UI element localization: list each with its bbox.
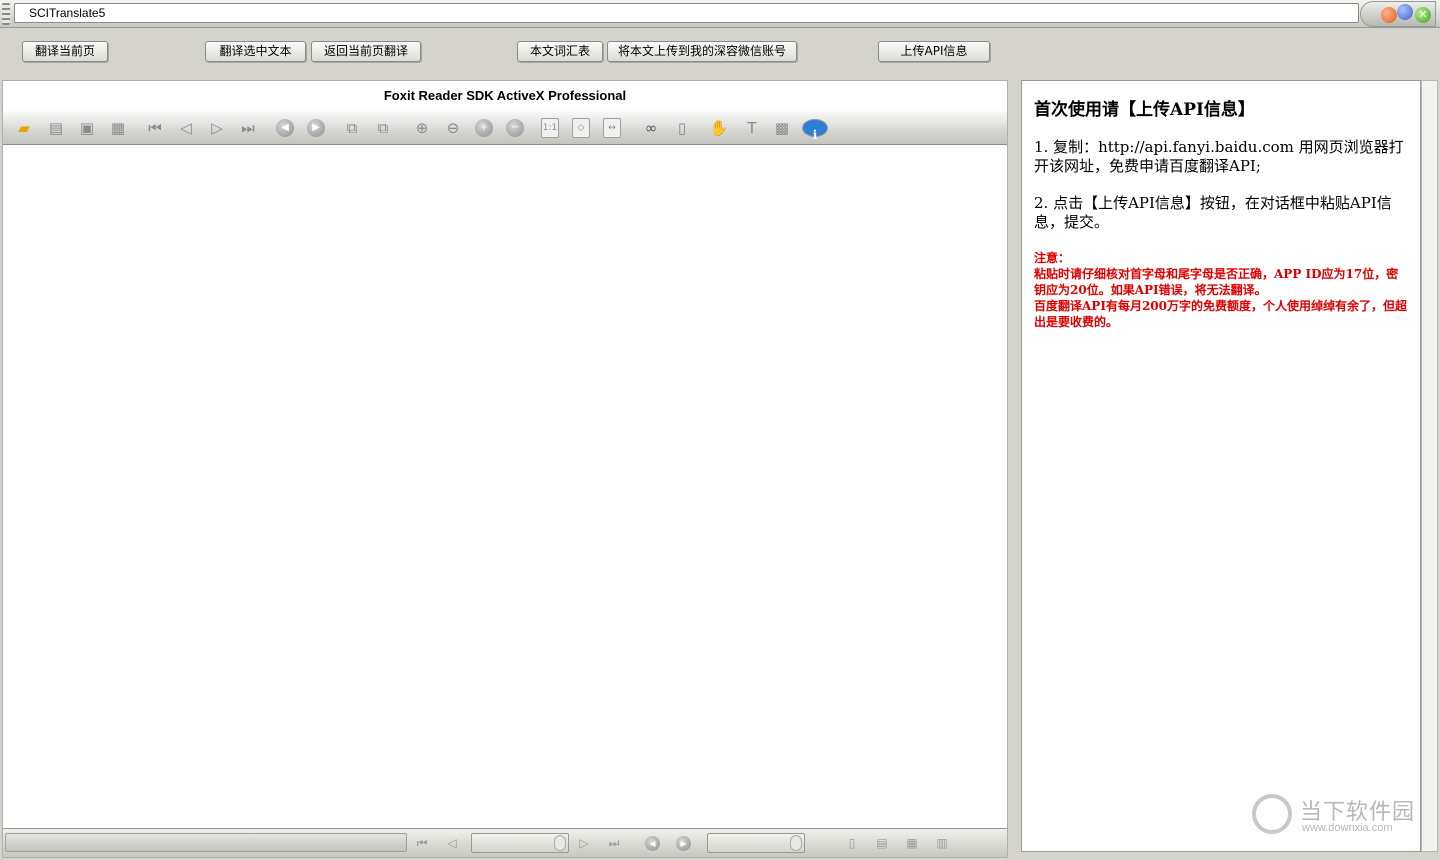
- actual-size-icon[interactable]: 1:1: [541, 118, 559, 138]
- translate-current-page-button[interactable]: 翻译当前页: [22, 41, 108, 62]
- pdf-viewer: Foxit Reader SDK ActiveX Professional ▰ …: [2, 80, 1008, 858]
- translate-selected-text-button[interactable]: 翻译选中文本: [205, 41, 306, 62]
- text-select-icon[interactable]: T: [741, 117, 763, 139]
- watermark-url: www.downxia.com: [1302, 822, 1393, 834]
- status-last-page-icon[interactable]: ⏭: [605, 834, 623, 852]
- return-page-translation-button[interactable]: 返回当前页翻译: [311, 41, 421, 62]
- hand-tool-icon[interactable]: ✋: [708, 117, 730, 139]
- upload-to-wechat-button[interactable]: 将本文上传到我的深容微信账号: [607, 41, 797, 62]
- title-bar: SCITranslate5 ✕: [0, 0, 1440, 28]
- instruction-step-1: 1. 复制：http://api.fanyi.baidu.com 用网页浏览器打…: [1034, 138, 1404, 175]
- prev-page-icon[interactable]: ◁: [175, 117, 197, 139]
- save-as-icon[interactable]: ▤: [45, 117, 67, 139]
- continuous-icon[interactable]: ▤: [873, 834, 891, 852]
- first-page-icon[interactable]: ⏮: [144, 117, 166, 139]
- zoom-in-icon[interactable]: ⊕: [411, 117, 433, 139]
- save-icon[interactable]: ▣: [76, 117, 98, 139]
- viewer-title: Foxit Reader SDK ActiveX Professional: [3, 81, 1007, 111]
- rotate-left-icon[interactable]: ⧉: [341, 117, 363, 139]
- window-title: SCITranslate5: [14, 3, 1359, 23]
- note-line-1: 粘贴时请仔细核对首字母和尾字母是否正确，APP ID应为17位，密钥应为20位。…: [1034, 267, 1399, 297]
- info-icon[interactable]: i: [802, 119, 828, 142]
- maximize-button[interactable]: [1397, 4, 1413, 20]
- grip-handle[interactable]: [2, 3, 10, 25]
- viewer-toolbar: ▰ ▤ ▣ ▦ ⏮ ◁ ▷ ⏭ ◀ ▶ ⧉ ⧉ ⊕ ⊖ + − 1:1 ◇ ↔ …: [3, 111, 1007, 145]
- zoom-field[interactable]: [707, 833, 805, 853]
- print-icon[interactable]: ▦: [107, 117, 129, 139]
- zoom-spinner[interactable]: [790, 835, 802, 851]
- facing-icon[interactable]: ▦: [903, 834, 921, 852]
- two-page-icon[interactable]: ▥: [933, 834, 951, 852]
- vertical-scrollbar[interactable]: [1421, 80, 1438, 852]
- zoom-plus-icon[interactable]: +: [475, 119, 493, 137]
- fit-width-icon[interactable]: ↔: [603, 118, 621, 138]
- rotate-right-icon[interactable]: ⧉: [372, 117, 394, 139]
- watermark-logo-icon: [1252, 794, 1292, 834]
- status-forward-icon[interactable]: ▶: [676, 836, 691, 851]
- instruction-step-2: 2. 点击【上传API信息】按钮，在对话框中粘贴API信息，提交。: [1034, 194, 1392, 231]
- page-number-field[interactable]: [471, 833, 569, 853]
- instructions-panel: 首次使用请【上传API信息】 1. 复制：http://api.fanyi.ba…: [1021, 80, 1421, 852]
- window-controls: ✕: [1360, 1, 1436, 27]
- forward-icon[interactable]: ▶: [307, 119, 325, 137]
- status-back-icon[interactable]: ◀: [645, 836, 660, 851]
- find-icon[interactable]: ∞: [640, 117, 662, 139]
- page-spinner[interactable]: [554, 835, 566, 851]
- viewer-statusbar: ⏮ ◁ ▷ ⏭ ◀ ▶ ▯ ▤ ▦ ▥: [3, 828, 1007, 857]
- back-icon[interactable]: ◀: [276, 119, 294, 137]
- status-prev-page-icon[interactable]: ◁: [443, 834, 461, 852]
- zoom-out-icon[interactable]: ⊖: [442, 117, 464, 139]
- snapshot-icon[interactable]: ▩: [771, 117, 793, 139]
- next-page-icon[interactable]: ▷: [206, 117, 228, 139]
- open-folder-icon[interactable]: ▰: [13, 117, 35, 139]
- status-next-page-icon[interactable]: ▷: [575, 834, 593, 852]
- glossary-button[interactable]: 本文词汇表: [517, 41, 603, 62]
- note-line-2: 百度翻译API有每月200万字的免费额度，个人使用绰绰有余了，但超出是要收费的。: [1034, 299, 1407, 329]
- status-first-page-icon[interactable]: ⏮: [413, 834, 431, 852]
- fit-page-icon[interactable]: ◇: [572, 118, 590, 138]
- document-area[interactable]: [3, 146, 1007, 828]
- bookmark-icon[interactable]: ▯: [671, 117, 693, 139]
- last-page-icon[interactable]: ⏭: [237, 117, 259, 139]
- zoom-minus-icon[interactable]: −: [506, 119, 524, 137]
- close-button[interactable]: ✕: [1415, 7, 1431, 23]
- watermark: 当下软件园 www.downxia.com: [1252, 792, 1422, 840]
- minimize-button[interactable]: [1381, 7, 1397, 23]
- horizontal-scrollbar[interactable]: [5, 833, 407, 852]
- single-page-icon[interactable]: ▯: [843, 834, 861, 852]
- upload-api-info-button[interactable]: 上传API信息: [878, 41, 990, 62]
- note-title: 注意：: [1034, 251, 1071, 265]
- close-icon: ✕: [1418, 8, 1428, 21]
- instructions-heading: 首次使用请【上传API信息】: [1034, 100, 1255, 120]
